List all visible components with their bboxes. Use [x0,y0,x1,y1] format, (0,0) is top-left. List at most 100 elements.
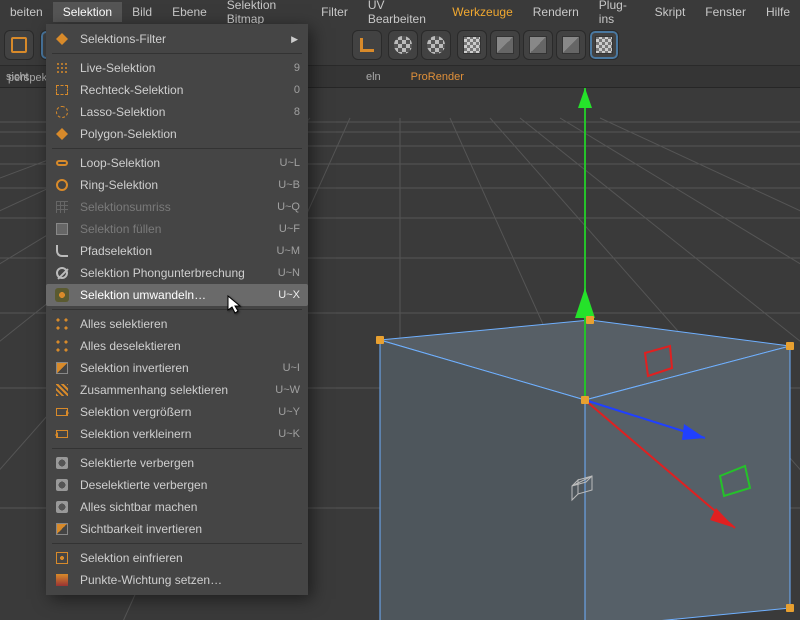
menu-selektion[interactable]: Selektion [53,2,122,22]
hide-icon [54,477,70,493]
loop-icon [54,155,70,171]
menu-item-label: Deselektierte verbergen [80,478,300,492]
menu-werkzeuge[interactable]: Werkzeuge [442,2,522,22]
fill-icon [54,221,70,237]
tool-angle[interactable] [352,30,382,60]
menu-item-selektion-einfrieren[interactable]: Selektion einfrieren [46,547,308,569]
shortcut-label: U~W [275,384,300,396]
menu-item-label: Polygon-Selektion [80,127,300,141]
tool-selection-mode[interactable] [4,30,34,60]
shortcut-label: 9 [294,62,300,74]
menu-hilfe[interactable]: Hilfe [756,2,800,22]
menu-item-label: Live-Selektion [80,61,278,75]
tool-uvcube-1[interactable] [457,30,487,60]
menu-item-label: Alles deselektieren [80,339,300,353]
menu-plug-ins[interactable]: Plug-ins [589,0,645,29]
shortcut-label: U~I [283,362,300,374]
menu-ebene[interactable]: Ebene [162,2,217,22]
menu-filter[interactable]: Filter [311,2,358,22]
selection-menu-dropdown: Selektions-Filter▶ Live-Selektion 9 Rechtec… [46,24,308,595]
tool-cube-3[interactable] [556,30,586,60]
lasso-icon [54,104,70,120]
menu-item-label: Rechteck-Selektion [80,83,278,97]
menu-rendern[interactable]: Rendern [523,2,589,22]
menu-fenster[interactable]: Fenster [695,2,756,22]
menu-item-label: Selektion umwandeln… [80,288,262,302]
menu-item-label: Sichtbarkeit invertieren [80,522,300,536]
menu-item-selektion-umwandeln-[interactable]: Selektion umwandeln… U~X [46,284,308,306]
weight-icon [54,572,70,588]
menu-item-alles-deselektieren[interactable]: Alles deselektieren [46,335,308,357]
menu-item-alles-selektieren[interactable]: Alles selektieren [46,313,308,335]
menu-item-label: Selektions-Filter [80,32,300,46]
tool-checker-2[interactable] [421,30,451,60]
grid-icon [54,199,70,215]
tool-cube-1[interactable] [490,30,520,60]
shortcut-label: U~X [278,289,300,301]
menu-uv-bearbeiten[interactable]: UV Bearbeiten [358,0,442,29]
shortcut-label: U~N [278,267,300,279]
tool-cube-2[interactable] [523,30,553,60]
conv-icon [54,287,70,303]
menu-item-label: Selektion vergrößern [80,405,262,419]
menu-item-selektierte-verbergen[interactable]: Selektierte verbergen [46,452,308,474]
filter-icon [54,31,70,47]
menu-skript[interactable]: Skript [645,2,696,22]
menu-item-deselektierte-verbergen[interactable]: Deselektierte verbergen [46,474,308,496]
menu-item-alles-sichtbar-machen[interactable]: Alles sichtbar machen [46,496,308,518]
menu-item-polygon-selektion[interactable]: Polygon-Selektion [46,123,308,145]
menu-item-sichtbarkeit-invertieren[interactable]: Sichtbarkeit invertieren [46,518,308,540]
menu-item-label: Pfadselektion [80,244,260,258]
menubar: beitenSelektionBildEbeneSelektion Bitmap… [0,0,800,24]
grow-icon [54,404,70,420]
menu-beiten[interactable]: beiten [0,2,53,22]
shrink-icon [54,426,70,442]
menu-item-label: Selektion invertieren [80,361,267,375]
shortcut-label: 0 [294,84,300,96]
menu-item-label: Selektion verkleinern [80,427,262,441]
shortcut-label: U~F [279,223,300,235]
shortcut-label: U~Y [278,406,300,418]
shortcut-label: U~L [280,157,301,169]
shortcut-label: U~Q [277,201,300,213]
menu-item-live-selektion[interactable]: Live-Selektion 9 [46,57,308,79]
menu-item-loop-selektion[interactable]: Loop-Selektion U~L [46,152,308,174]
ring-icon [54,177,70,193]
menu-item-lasso-selektion[interactable]: Lasso-Selektion8 [46,101,308,123]
tool-cube-4[interactable] [589,30,619,60]
render-variant[interactable]: ProRender [411,71,464,83]
hide-icon [54,499,70,515]
menu-item-selektionsumriss: SelektionsumrissU~Q [46,196,308,218]
menu-item-label: Loop-Selektion [80,156,264,170]
freeze-icon [54,550,70,566]
menu-item-selektion-vergr-ern[interactable]: Selektion vergrößern U~Y [46,401,308,423]
connect-icon [54,382,70,398]
menu-item-label: Selektion Phongunterbrechung [80,266,262,280]
menu-item-label: Ring-Selektion [80,178,262,192]
menu-item-selektion-f-llen: Selektion füllenU~F [46,218,308,240]
menu-item-punkte-wichtung-setzen-[interactable]: Punkte-Wichtung setzen… [46,569,308,591]
menu-item-selektion-phongunterbrechung[interactable]: Selektion Phongunterbrechung U~N [46,262,308,284]
seldots-icon [54,316,70,332]
submenu-arrow-icon: ▶ [291,34,298,45]
menu-item-selektion-verkleinern[interactable]: Selektion verkleinern U~K [46,423,308,445]
menu-item-zusammenhang-selektieren[interactable]: Zusammenhang selektieren U~W [46,379,308,401]
invert-icon [54,360,70,376]
menu-item-selektions-filter[interactable]: Selektions-Filter▶ [46,28,308,50]
menu-item-label: Alles sichtbar machen [80,500,300,514]
menu-item-ring-selektion[interactable]: Ring-SelektionU~B [46,174,308,196]
shortcut-label: U~K [278,428,300,440]
secondary-right[interactable]: eln [366,71,381,83]
menu-item-label: Selektierte verbergen [80,456,300,470]
menu-item-rechteck-selektion[interactable]: Rechteck-Selektion 0 [46,79,308,101]
seldots-icon [54,338,70,354]
path-icon [54,243,70,259]
poly-icon [54,126,70,142]
tool-checker-1[interactable] [388,30,418,60]
menu-item-selektion-invertieren[interactable]: Selektion invertieren U~I [46,357,308,379]
shortcut-label: U~M [276,245,300,257]
dots-icon [54,60,70,76]
menu-item-label: Zusammenhang selektieren [80,383,259,397]
menu-item-pfadselektion[interactable]: Pfadselektion U~M [46,240,308,262]
menu-bild[interactable]: Bild [122,2,162,22]
